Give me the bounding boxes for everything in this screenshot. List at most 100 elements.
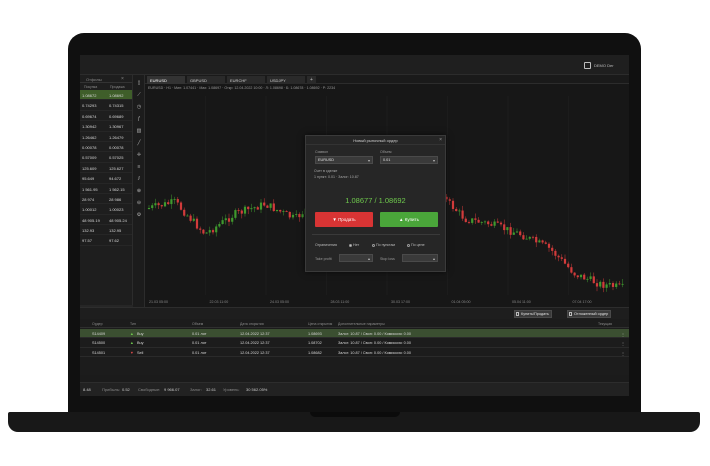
chevron-down-icon: ▾ bbox=[367, 158, 370, 163]
crosshair-icon[interactable]: ✛ bbox=[136, 153, 142, 158]
bid-value: 97.57 bbox=[82, 238, 93, 244]
chart-tab-gbpusd[interactable]: GBPUSD bbox=[187, 76, 225, 84]
fibonacci-icon[interactable]: ≡ bbox=[136, 165, 142, 170]
candle bbox=[151, 205, 154, 208]
quote-row[interactable]: 0.57009 0.57025 bbox=[80, 152, 132, 163]
chart-tab-eurusd[interactable]: EURUSD bbox=[147, 76, 185, 84]
bars-icon[interactable]: ▥ bbox=[136, 129, 142, 134]
candle bbox=[231, 217, 234, 222]
chart-tab-eurchf[interactable]: EURCHF bbox=[227, 76, 265, 84]
channel-icon[interactable]: ⫽ bbox=[136, 177, 142, 182]
order-date: 12.04.2022 12:37 bbox=[240, 350, 270, 355]
tab-quotes[interactable]: Отфилы bbox=[86, 77, 102, 82]
zoom-out-icon[interactable]: ⊖ bbox=[136, 201, 142, 206]
option-none[interactable]: Нет bbox=[349, 243, 359, 247]
indicator-icon[interactable]: ƒ bbox=[136, 117, 142, 122]
quote-row[interactable]: 95.649 94.672 bbox=[80, 173, 132, 184]
bid-value: 125.609 bbox=[82, 165, 97, 171]
ask-value: 1.00023 bbox=[109, 207, 124, 213]
quote-row[interactable]: 1.30942 1.30967 bbox=[80, 121, 132, 132]
candle bbox=[224, 218, 227, 221]
quote-row[interactable]: 0.69674 0.69689 bbox=[80, 111, 132, 122]
candle bbox=[595, 283, 599, 287]
add-tab-button[interactable]: + bbox=[307, 76, 316, 84]
candles-icon[interactable]: ▯ bbox=[136, 81, 142, 86]
quote-row[interactable]: 0.00078 0.00078 bbox=[80, 142, 132, 153]
ask-value: 0.00078 bbox=[109, 144, 124, 150]
candle bbox=[458, 210, 461, 212]
buy-button[interactable]: ▲ Купить bbox=[380, 212, 438, 227]
candle bbox=[589, 276, 592, 279]
trendline-icon[interactable]: ╱ bbox=[136, 141, 142, 146]
sell-label: Продать bbox=[338, 217, 356, 222]
row-menu-icon[interactable]: ⋮ bbox=[621, 332, 625, 337]
table-row[interactable]: S14500 ▲ Buy 0.01 лот 12.04.2022 12:37 1.087… bbox=[80, 339, 629, 348]
table-row[interactable]: S14409 ▲ Buy 0.01 лот 12.04.2022 12:37 1.086… bbox=[80, 329, 629, 338]
buy-sell-label: Купить/Продать bbox=[521, 312, 549, 316]
bid-value: 1.30942 bbox=[82, 124, 97, 130]
quote-row[interactable]: 1.26462 1.26479 bbox=[80, 132, 132, 142]
bid-value: 28 974 bbox=[82, 196, 95, 202]
buy-sell-button[interactable]: Купить/Продать bbox=[514, 310, 552, 318]
volume-stepper[interactable]: 0.01 ▾ bbox=[380, 156, 438, 164]
candle bbox=[538, 240, 541, 243]
balance-value: 8.48 bbox=[83, 387, 91, 392]
symbol-select[interactable]: EURUSD ▾ bbox=[315, 156, 373, 164]
quote-row[interactable]: 1 561.95 1 562.15 bbox=[80, 184, 132, 194]
quote-row[interactable]: 1.08672 1.08692 bbox=[80, 90, 132, 101]
chart-tab-usdjpy[interactable]: USDJPY bbox=[267, 76, 305, 84]
zoom-in-icon[interactable]: ⊕ bbox=[136, 189, 142, 194]
col-type: Тип bbox=[130, 322, 136, 326]
pending-icon bbox=[569, 312, 572, 316]
quote-row[interactable]: 97.57 97.62 bbox=[80, 235, 132, 246]
quotes-header: Покупка Продажа bbox=[80, 83, 132, 90]
candle bbox=[199, 228, 202, 230]
order-id: S14500 bbox=[92, 341, 106, 345]
take-profit-field[interactable]: ▴ bbox=[339, 254, 373, 262]
quote-row[interactable]: 132.93 132.95 bbox=[80, 225, 132, 236]
candle bbox=[218, 224, 221, 227]
user-icon[interactable] bbox=[584, 62, 591, 69]
close-icon[interactable]: × bbox=[439, 137, 442, 143]
sell-button[interactable]: ▼ Продать bbox=[315, 212, 373, 227]
row-menu-icon[interactable]: ⋮ bbox=[621, 341, 625, 346]
quote-row[interactable]: 28 974 28 986 bbox=[80, 194, 132, 205]
candle bbox=[483, 221, 487, 223]
order-price: 1.08682 bbox=[308, 350, 322, 355]
col-open-date: Дата открытия bbox=[240, 322, 264, 326]
order-type-icon: ▲ bbox=[130, 331, 134, 336]
candle bbox=[301, 214, 304, 218]
pending-order-label: Отложенный ордер bbox=[574, 312, 609, 316]
row-menu-icon[interactable]: ⋮ bbox=[621, 351, 625, 356]
candle bbox=[471, 218, 474, 223]
pending-order-button[interactable]: Отложенный ордер bbox=[567, 310, 612, 318]
option-points[interactable]: По пунктам bbox=[372, 243, 395, 247]
top-bar: DEMO Der bbox=[80, 55, 629, 75]
candle bbox=[227, 218, 231, 222]
clock-icon[interactable]: ◷ bbox=[136, 105, 142, 110]
bid-ask-price: 1.08677 / 1.08692 bbox=[345, 196, 406, 205]
order-date: 12.04.2022 12:37 bbox=[240, 341, 270, 345]
table-row[interactable]: S14501 ▼ Sell 0.01 лот 12.04.2022 12:37 1.08… bbox=[80, 348, 629, 357]
ask-value: 125.627 bbox=[109, 165, 124, 171]
stop-loss-field[interactable]: ▴ bbox=[402, 254, 438, 262]
buy-label: Купить bbox=[404, 217, 419, 222]
candle bbox=[179, 202, 183, 210]
option-price[interactable]: По цене bbox=[407, 243, 425, 247]
quotes-panel: Отфилы × Покупка Продажа 1.08672 1.08692 0… bbox=[80, 75, 133, 316]
candle bbox=[247, 206, 250, 210]
order-type: Sell bbox=[137, 350, 144, 355]
quote-row[interactable]: 0.74293 0.74315 bbox=[80, 100, 132, 111]
quote-row[interactable]: 48 905.19 48 905.24 bbox=[80, 215, 132, 226]
candle bbox=[298, 214, 301, 218]
account-name[interactable]: DEMO Der bbox=[594, 63, 614, 68]
quote-row[interactable]: 1.00012 1.00023 bbox=[80, 204, 132, 215]
line-chart-icon[interactable]: ⟋ bbox=[136, 93, 142, 98]
candle bbox=[170, 199, 173, 205]
close-icon[interactable]: × bbox=[121, 76, 124, 82]
quote-row[interactable]: 125.609 125.627 bbox=[80, 163, 132, 174]
ask-header: Продажа bbox=[110, 85, 125, 89]
order-volume: 0.01 лот bbox=[192, 331, 207, 336]
status-bar: 8.48 Прибыль: 0.52 Свободные: 9 966.07 З… bbox=[80, 382, 629, 396]
settings-icon[interactable]: ⚙ bbox=[136, 213, 142, 218]
